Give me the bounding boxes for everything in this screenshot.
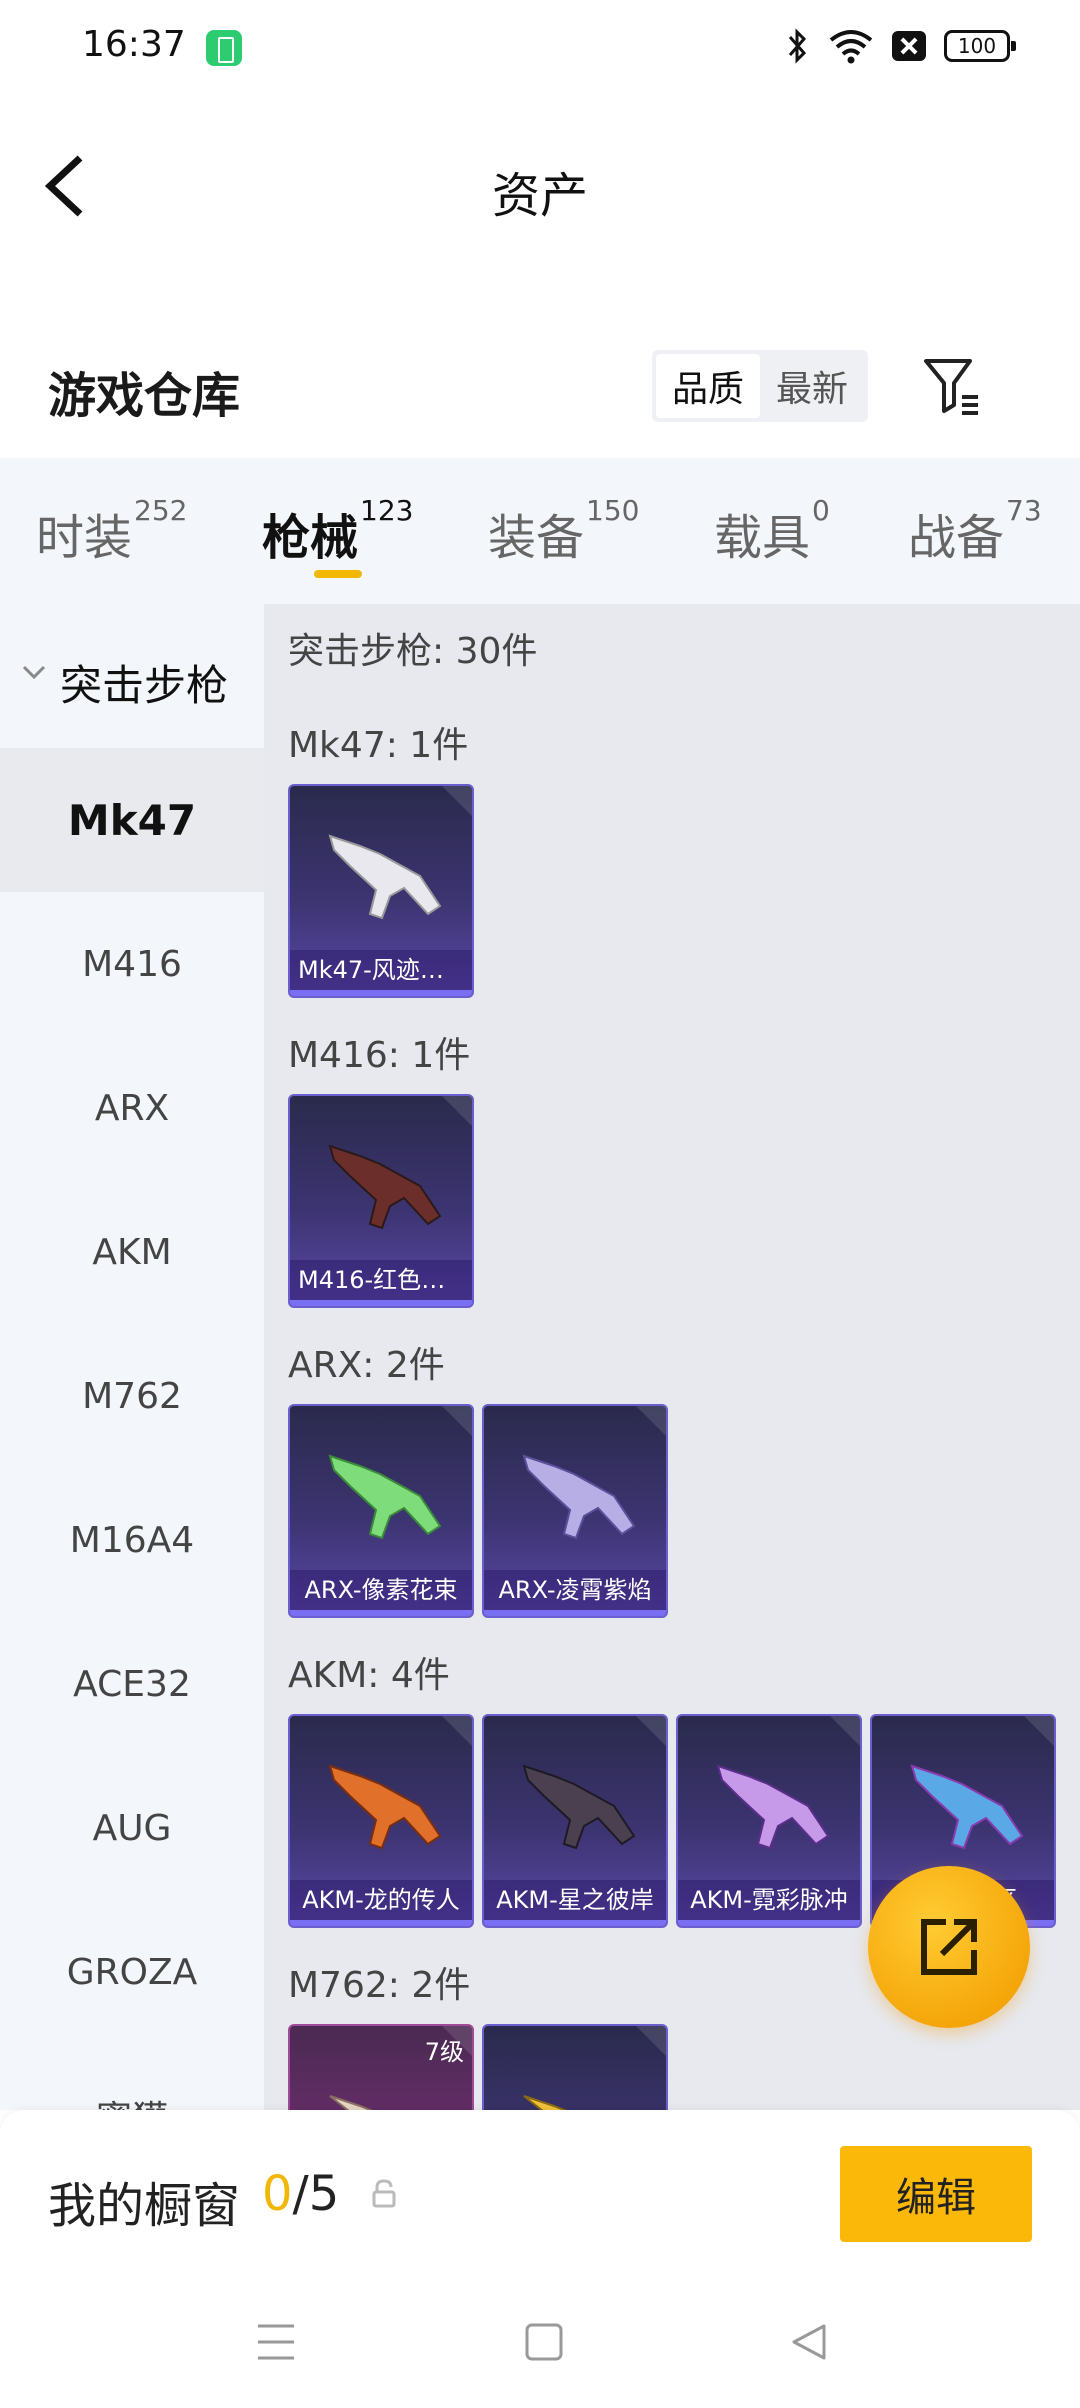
sort-toggle: 品质 最新 — [652, 350, 868, 422]
rarity-strip — [290, 990, 472, 996]
header: 资产 — [0, 120, 1080, 240]
share-fab-button[interactable] — [868, 1866, 1030, 2028]
tab-guns[interactable]: 枪械123 — [262, 494, 413, 568]
weapon-card-label: M416-红色方... — [290, 1260, 472, 1300]
rifle-icon — [329, 2095, 373, 2110]
lock-icon — [372, 2179, 396, 2208]
weapon-card-label: ARX-凌霄紫焰 — [484, 1570, 666, 1610]
weapon-card[interactable]: M416-红色方... — [288, 1094, 474, 1308]
sidebar-item-groza[interactable]: GROZA — [0, 1900, 264, 2044]
weapon-card[interactable]: ARX-凌霄紫焰 — [482, 1404, 668, 1618]
rarity-strip — [290, 1920, 472, 1926]
battery-icon: 100 — [944, 30, 1016, 62]
weapon-card[interactable]: Mk47-风迹短... — [288, 784, 474, 998]
system-nav-bar — [0, 2280, 1080, 2408]
tab-supplies[interactable]: 战备73 — [908, 494, 1042, 568]
tab-active-indicator — [314, 570, 362, 578]
tab-fashion[interactable]: 时装252 — [36, 494, 187, 568]
chevron-down-icon — [22, 665, 46, 680]
wifi-icon — [829, 30, 873, 64]
status-time: 16:37 — [82, 24, 186, 65]
share-external-icon — [921, 1919, 977, 1975]
page-title: 资产 — [491, 168, 588, 224]
home-icon[interactable] — [524, 2320, 564, 2364]
group-title-mk47: Mk47: 1件 — [288, 725, 469, 766]
sort-quality-button[interactable]: 品质 — [656, 354, 760, 418]
weapon-card-label: AKM-龙的传人 — [290, 1880, 472, 1920]
rifle-icon — [328, 1144, 442, 1230]
tab-equipment[interactable]: 装备150 — [488, 494, 639, 568]
sidebar-item-arx[interactable]: ARX — [0, 1036, 264, 1180]
bluetooth-icon — [788, 28, 807, 64]
weapon-card[interactable]: AKM-霓彩脉冲 — [676, 1714, 862, 1928]
showcase-label: 我的橱窗 — [48, 2178, 241, 2234]
group-title-m762: M762: 2件 — [288, 1965, 471, 2006]
weapon-card-label: AKM-霓彩脉冲 — [678, 1880, 860, 1920]
weapon-card-label: AKM-星之彼岸 — [484, 1880, 666, 1920]
group-title-arx: ARX: 2件 — [288, 1345, 445, 1386]
rifle-icon — [910, 1764, 1024, 1850]
rifle-icon — [522, 1454, 636, 1540]
weapon-card-label: Mk47-风迹短... — [290, 950, 472, 990]
sidebar-item-m762[interactable]: M762 — [0, 1324, 264, 1468]
sidebar: 突击步枪 Mk47 M416 ARX AKM M762 M16A4 ACE32 … — [0, 604, 264, 2110]
menu-icon[interactable] — [256, 2320, 296, 2364]
warehouse-title: 游戏仓库 — [48, 368, 241, 424]
weapon-card[interactable] — [482, 2024, 668, 2110]
no-sim-icon — [892, 31, 926, 61]
rifle-icon — [523, 2095, 567, 2110]
sidebar-item-m416[interactable]: M416 — [0, 892, 264, 1036]
rifle-icon — [522, 1764, 636, 1850]
rarity-strip — [678, 1920, 860, 1926]
rifle-icon — [328, 1764, 442, 1850]
sidebar-item-mk47[interactable]: Mk47 — [0, 748, 264, 892]
showcase-count: 0/5 — [262, 2166, 340, 2222]
sidebar-item-aug[interactable]: AUG — [0, 1756, 264, 1900]
rarity-strip — [484, 1610, 666, 1616]
weapon-card[interactable]: AKM-星之彼岸 — [482, 1714, 668, 1928]
sidebar-item-ace32[interactable]: ACE32 — [0, 1612, 264, 1756]
sort-newest-button[interactable]: 最新 — [760, 354, 864, 418]
weapon-card[interactable]: ARX-像素花束 — [288, 1404, 474, 1618]
sidebar-item-honey-badger[interactable]: 蜜獾 — [0, 2044, 264, 2110]
sidebar-item-m16a4[interactable]: M16A4 — [0, 1468, 264, 1612]
battery-saver-icon — [206, 30, 242, 66]
weapon-card[interactable]: AKM-龙的传人 — [288, 1714, 474, 1928]
sidebar-group-assault-rifles[interactable]: 突击步枪 — [0, 604, 264, 748]
filter-icon[interactable] — [920, 355, 984, 419]
sidebar-group-label: 突击步枪 — [60, 661, 229, 710]
edit-button[interactable]: 编辑 — [840, 2146, 1032, 2242]
showcase-bar: 我的橱窗 0/5 编辑 — [0, 2110, 1080, 2280]
rarity-strip — [290, 1300, 472, 1306]
rarity-strip — [484, 1920, 666, 1926]
group-title-akm: AKM: 4件 — [288, 1655, 450, 1696]
weapon-card-label: ARX-像素花束 — [290, 1570, 472, 1610]
rifle-icon — [328, 1454, 442, 1540]
category-summary: 突击步枪: 30件 — [288, 631, 538, 672]
tab-vehicles[interactable]: 载具0 — [714, 494, 830, 568]
rarity-strip — [290, 1610, 472, 1616]
back-nav-icon[interactable] — [788, 2320, 828, 2364]
category-tabs: 时装252 枪械123 装备150 载具0 战备73 — [0, 458, 1080, 604]
status-bar: 16:37 100 — [0, 0, 1080, 96]
sidebar-item-akm[interactable]: AKM — [0, 1180, 264, 1324]
rifle-icon — [328, 834, 442, 920]
weapon-card[interactable]: 7级 — [288, 2024, 474, 2110]
group-title-m416: M416: 1件 — [288, 1035, 471, 1076]
rifle-icon — [716, 1764, 830, 1850]
